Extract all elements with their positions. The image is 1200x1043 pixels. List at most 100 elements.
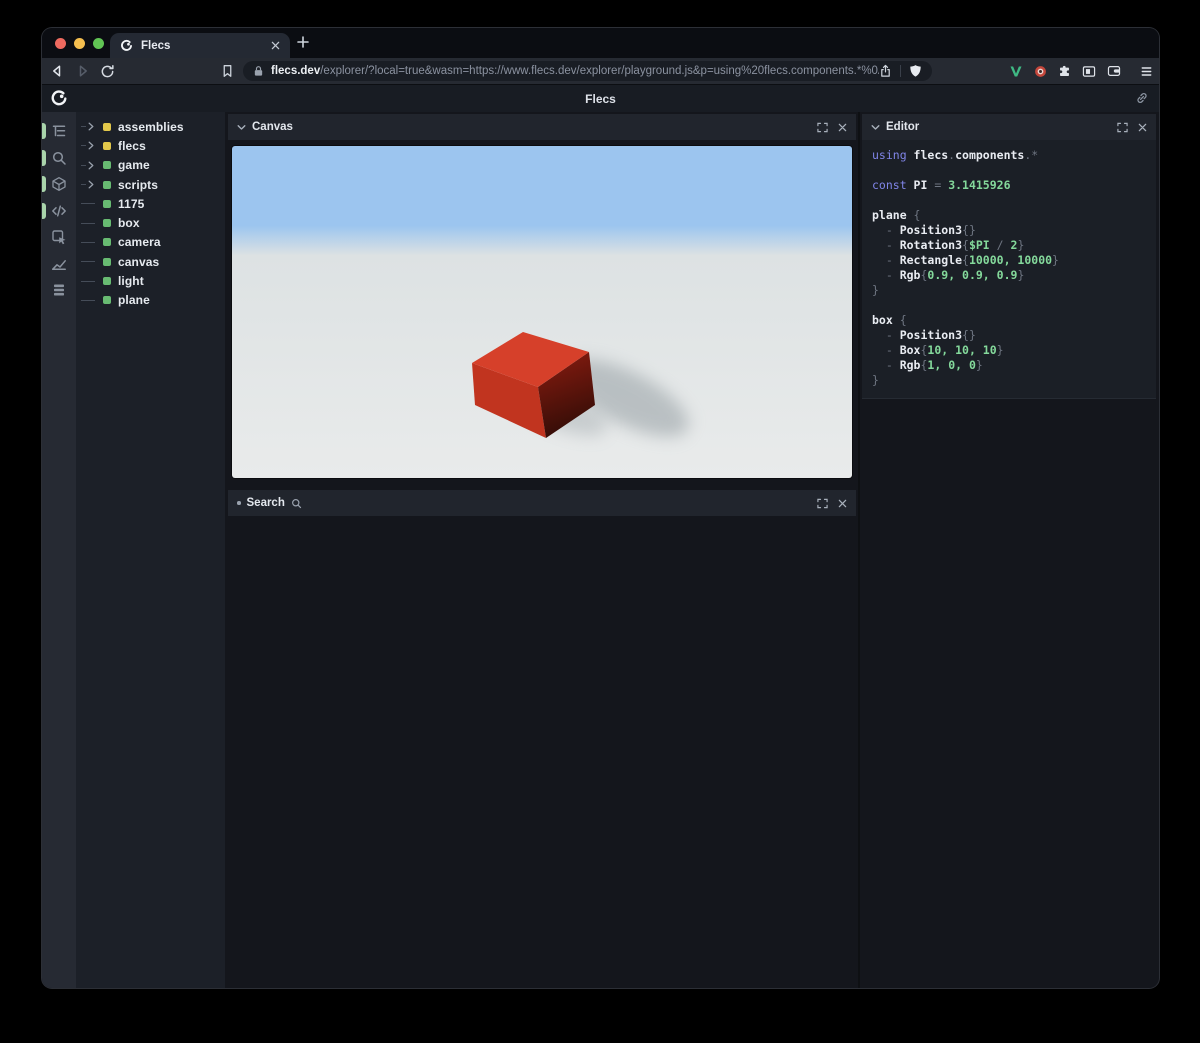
- entity-color-dot: [103, 141, 111, 150]
- back-button[interactable]: [48, 58, 66, 84]
- editor-panel-header[interactable]: Editor: [862, 114, 1156, 140]
- code-line: - Rectangle{10000, 10000}: [872, 253, 1059, 267]
- code-line: - Rotation3{$PI / 2}: [872, 238, 1025, 252]
- chevron-down-icon[interactable]: [871, 124, 880, 131]
- entity-color-dot: [103, 296, 111, 305]
- editor-column: Editor using flecs.components.* const PI…: [860, 112, 1159, 988]
- tree-item-flecs[interactable]: flecs: [76, 136, 225, 155]
- forward-button[interactable]: [74, 58, 92, 84]
- tree-item-light[interactable]: light: [76, 271, 225, 290]
- tree-connector: [79, 122, 103, 131]
- share-icon[interactable]: [879, 64, 892, 78]
- nav-icon-strip: [42, 112, 76, 988]
- tree-item-box[interactable]: box: [76, 213, 225, 232]
- code-line: plane {: [872, 208, 921, 222]
- nav-chart-button[interactable]: [42, 256, 76, 272]
- search-icon: [291, 498, 302, 509]
- sidebar-toggle-icon[interactable]: [1082, 65, 1096, 78]
- menu-icon[interactable]: [1140, 65, 1153, 78]
- active-indicator: [42, 123, 46, 139]
- shield-icon[interactable]: [909, 64, 922, 78]
- app-header: Flecs: [42, 84, 1159, 112]
- new-tab-button[interactable]: [296, 35, 310, 49]
- close-panel-icon[interactable]: [838, 123, 847, 132]
- nav-stack-button[interactable]: [42, 282, 76, 298]
- code-line: const PI = 3.1415926: [872, 178, 1011, 192]
- code-line: - Box{10, 10, 10}: [872, 343, 1004, 357]
- close-window-button[interactable]: [55, 37, 66, 49]
- tree-connector: [79, 222, 103, 224]
- 3d-canvas[interactable]: [232, 146, 852, 478]
- tree-item-1175[interactable]: 1175: [76, 194, 225, 213]
- explorer-content: assemblies flecs game scripts 1175 box camera c…: [42, 112, 1159, 988]
- nav-inspect-button[interactable]: [42, 229, 76, 245]
- nav-tree-button[interactable]: [42, 123, 76, 139]
- tree-item-label: game: [118, 158, 150, 173]
- tab-title: Flecs: [141, 39, 171, 52]
- zoom-window-button[interactable]: [93, 37, 104, 49]
- page-title: Flecs: [585, 91, 616, 106]
- close-panel-icon[interactable]: [1138, 123, 1147, 132]
- tree-item-label: 1175: [118, 196, 145, 211]
- tree-item-scripts[interactable]: scripts: [76, 175, 225, 194]
- center-column: Canvas Search: [225, 112, 858, 988]
- browser-tab[interactable]: Flecs: [110, 33, 290, 58]
- wallet-icon[interactable]: [1107, 65, 1121, 77]
- entity-color-dot: [103, 161, 111, 170]
- window-controls: [55, 37, 104, 49]
- url-bar[interactable]: flecs.dev/explorer/?local=true&wasm=http…: [243, 61, 932, 81]
- chevron-down-icon[interactable]: [237, 124, 246, 131]
- nav-search-button[interactable]: [42, 149, 76, 166]
- tab-close-icon[interactable]: [271, 41, 280, 50]
- record-icon[interactable]: [1034, 65, 1047, 78]
- fullscreen-icon[interactable]: [1117, 122, 1128, 133]
- chevron-right-icon[interactable]: [88, 161, 94, 170]
- close-panel-icon[interactable]: [838, 499, 847, 508]
- browser-toolbar: flecs.dev/explorer/?local=true&wasm=http…: [42, 58, 1159, 84]
- canvas-panel-header[interactable]: Canvas: [228, 114, 856, 140]
- nav-cube-button[interactable]: [42, 176, 76, 192]
- tree-item-plane[interactable]: plane: [76, 291, 225, 310]
- code-line: - Rgb{1, 0, 0}: [872, 358, 983, 372]
- code-icon: [51, 203, 67, 219]
- tree-item-assemblies[interactable]: assemblies: [76, 117, 225, 136]
- code-line: }: [872, 283, 879, 297]
- search-icon: [51, 150, 67, 166]
- link-icon[interactable]: [1135, 91, 1149, 105]
- tree-connector: [79, 241, 103, 243]
- code-editor[interactable]: using flecs.components.* const PI = 3.14…: [862, 140, 1156, 399]
- entity-color-dot: [103, 180, 111, 189]
- nav-code-button[interactable]: [42, 202, 76, 219]
- inspect-icon: [51, 229, 67, 245]
- url-path: /explorer/?local=true&wasm=https://www.f…: [320, 65, 879, 77]
- entity-color-dot: [103, 238, 111, 247]
- active-indicator: [42, 149, 46, 166]
- chevron-right-icon[interactable]: [88, 141, 94, 150]
- minimize-window-button[interactable]: [74, 37, 85, 49]
- puzzle-icon[interactable]: [1058, 65, 1071, 78]
- code-line: }: [872, 373, 879, 387]
- chevron-right-icon[interactable]: [88, 122, 94, 131]
- v-logo-icon[interactable]: [1009, 65, 1023, 78]
- bookmark-icon[interactable]: [218, 58, 236, 84]
- tree-connector: [79, 161, 103, 170]
- collapsed-bullet-icon[interactable]: [237, 501, 241, 505]
- reload-button[interactable]: [98, 58, 116, 84]
- search-panel-header[interactable]: Search: [228, 490, 856, 516]
- tree-item-label: camera: [118, 235, 161, 250]
- chevron-right-icon[interactable]: [88, 180, 94, 189]
- tree-item-game[interactable]: game: [76, 156, 225, 175]
- active-indicator: [42, 202, 46, 219]
- entity-tree-sidebar: assemblies flecs game scripts 1175 box camera c…: [76, 112, 225, 988]
- canvas-panel-title: Canvas: [252, 121, 293, 133]
- tree-item-label: assemblies: [118, 119, 184, 134]
- code-line: - Position3{}: [872, 328, 976, 342]
- tree-item-camera[interactable]: camera: [76, 233, 225, 252]
- tree-icon: [51, 123, 67, 139]
- tree-item-canvas[interactable]: canvas: [76, 252, 225, 271]
- fullscreen-icon[interactable]: [817, 498, 828, 509]
- tree-item-label: canvas: [118, 254, 160, 269]
- fullscreen-icon[interactable]: [817, 122, 828, 133]
